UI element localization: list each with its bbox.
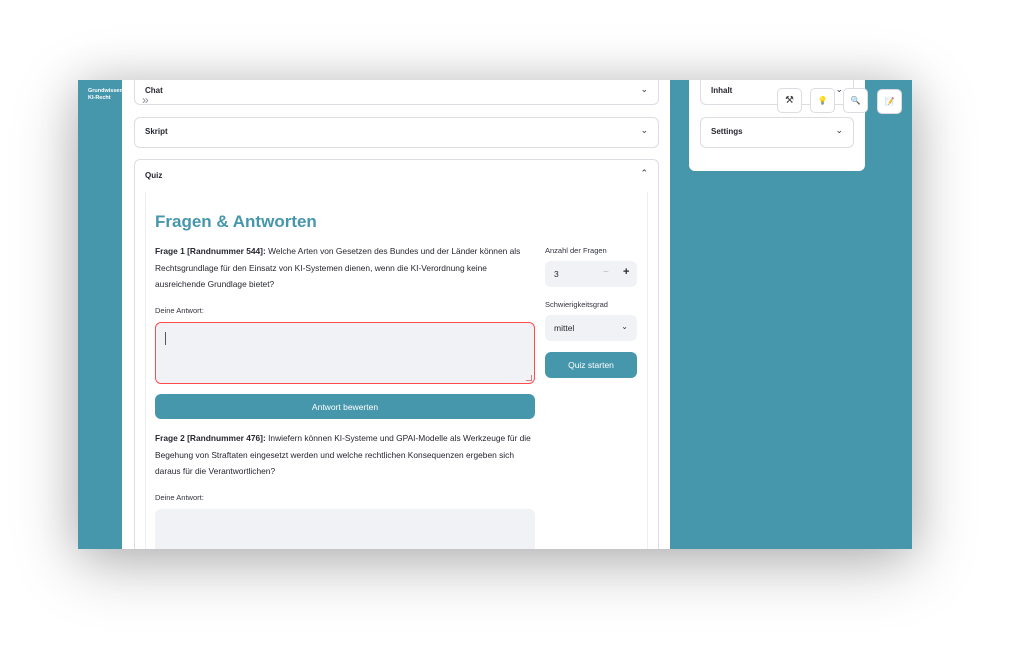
evaluate-answer-button[interactable]: Antwort bewerten <box>155 394 535 419</box>
tools-icon: ⚒ <box>785 95 794 106</box>
expander-quiz: Quiz ⌃ Fragen & Antworten Frage 1 [Randn… <box>134 159 659 549</box>
search-icon: 🔍 <box>850 96 861 105</box>
brand-line2: KI-Recht <box>88 95 111 101</box>
expander-settings-label: Settings <box>711 127 743 136</box>
tools-button[interactable]: ⚒ <box>777 88 802 113</box>
text-caret <box>165 332 166 345</box>
notes-icon: 📝 <box>884 97 895 106</box>
answer-1-textarea[interactable] <box>155 322 535 384</box>
expander-chat[interactable]: Chat ⌄ <box>134 80 659 105</box>
difficulty-value: mittel <box>554 323 575 333</box>
question-count-stepper[interactable]: 3 − + <box>545 261 637 287</box>
chevron-down-icon: ⌄ <box>835 125 843 135</box>
page-title: Fragen & Antworten <box>155 212 317 231</box>
increment-button[interactable]: + <box>623 266 629 278</box>
search-button[interactable]: 🔍 <box>843 88 868 113</box>
left-sidebar-strip: Grundwissen KI-Recht <box>78 80 123 549</box>
difficulty-label: Schwierigkeitsgrad <box>545 300 608 309</box>
chevron-down-icon: ⌄ <box>835 84 843 94</box>
lightbulb-button[interactable]: 💡 <box>810 88 835 113</box>
brand-logo: Grundwissen KI-Recht <box>88 88 123 102</box>
chevron-down-icon: ⌄ <box>640 125 648 135</box>
question-2-prefix: Frage 2 [Randnummer 476]: <box>155 433 266 443</box>
expander-inhalt-label: Inhalt <box>711 86 733 95</box>
expander-quiz-label[interactable]: Quiz <box>145 171 162 180</box>
answer-2-label: Deine Antwort: <box>155 493 204 502</box>
resize-grip-icon[interactable] <box>526 375 532 381</box>
question-1-prefix: Frage 1 [Randnummer 544]: <box>155 246 266 256</box>
answer-1-label: Deine Antwort: <box>155 306 204 315</box>
expander-skript[interactable]: Skript ⌄ <box>134 117 659 148</box>
expander-settings[interactable]: Settings ⌄ <box>700 117 854 148</box>
question-1-text: Frage 1 [Randnummer 544]: Welche Arten v… <box>155 243 535 293</box>
difficulty-select[interactable]: mittel ⌄ <box>545 315 637 341</box>
decrement-button[interactable]: − <box>603 267 609 278</box>
notes-button[interactable]: 📝 <box>877 89 902 114</box>
lightbulb-icon: 💡 <box>817 96 828 105</box>
chevron-down-icon: ⌄ <box>621 322 628 331</box>
brand-line1: Grundwissen <box>88 88 123 94</box>
app-window: Grundwissen KI-Recht Chat ⌄ » Skript ⌄ Q… <box>78 80 912 549</box>
expander-chat-label: Chat <box>145 86 163 95</box>
question-2-text: Frage 2 [Randnummer 476]: Inwiefern könn… <box>155 430 535 480</box>
question-count-value[interactable]: 3 <box>554 269 559 279</box>
double-chevron-right-icon[interactable]: » <box>142 93 149 107</box>
chevron-up-icon[interactable]: ⌃ <box>640 168 648 179</box>
start-quiz-button[interactable]: Quiz starten <box>545 352 637 378</box>
answer-2-textarea[interactable] <box>155 509 535 549</box>
chevron-down-icon: ⌄ <box>640 84 648 94</box>
question-count-label: Anzahl der Fragen <box>545 246 607 255</box>
expander-skript-label: Skript <box>145 127 168 136</box>
